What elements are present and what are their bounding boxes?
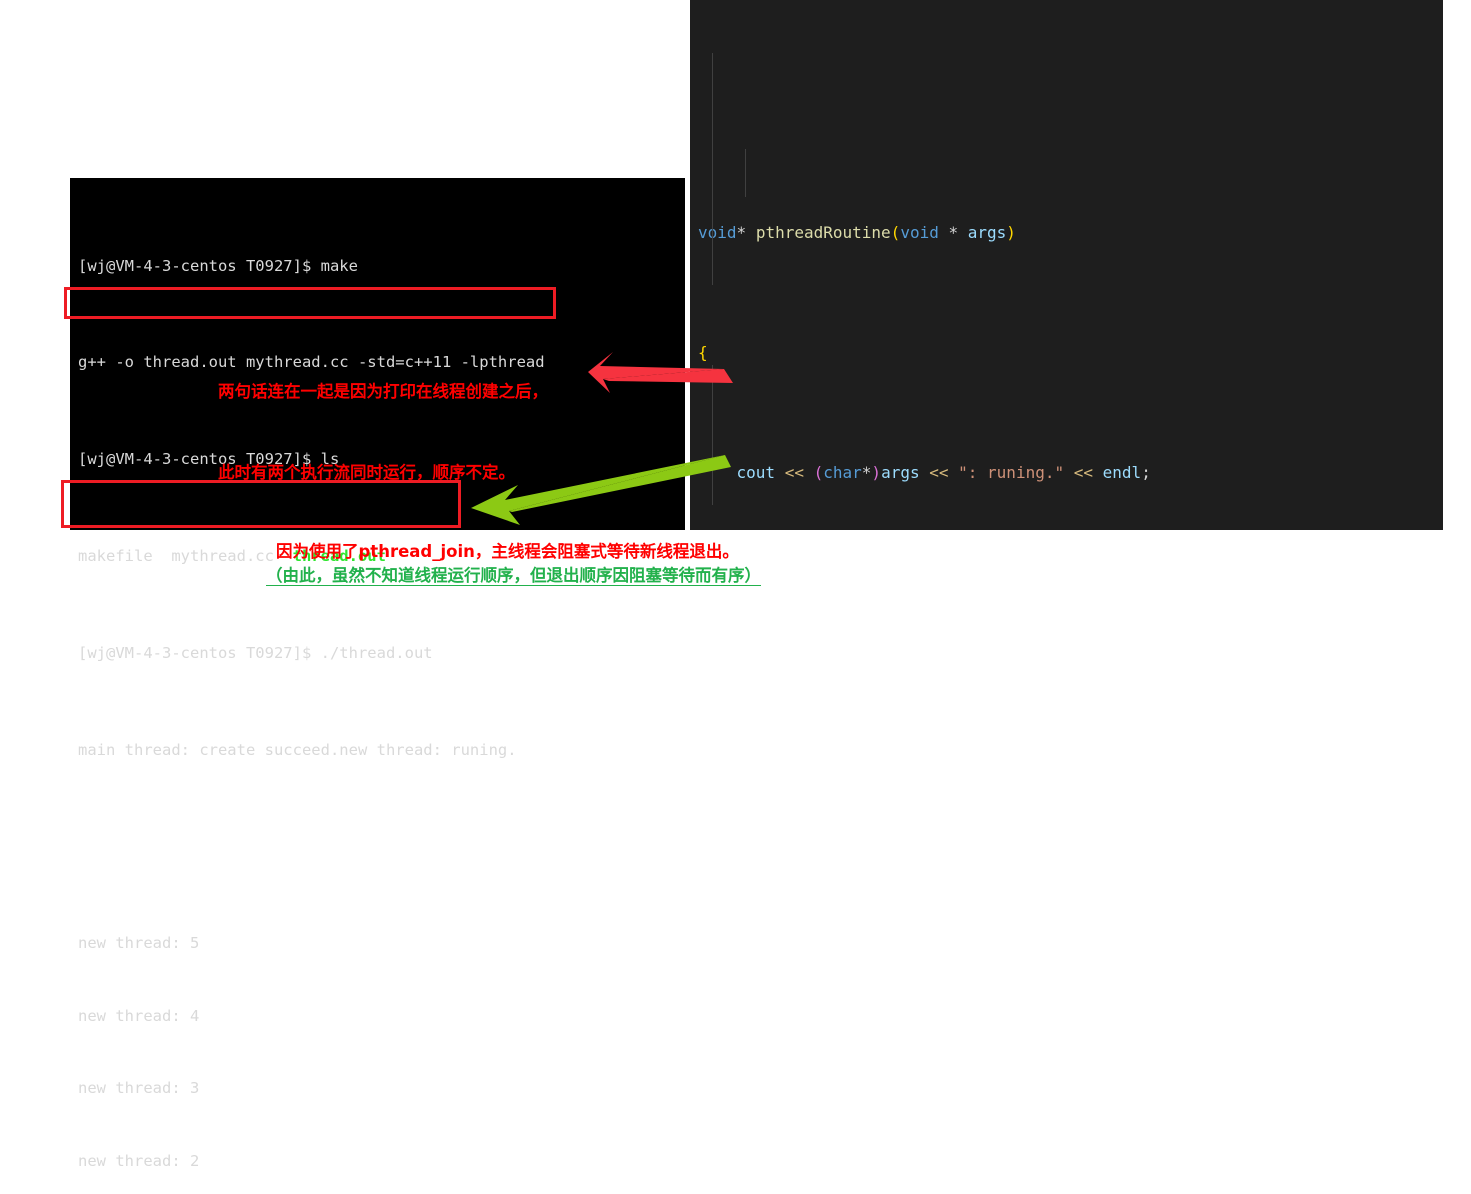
program-output: new thread: 2 (78, 1151, 200, 1170)
annotation-bottom-line1: 因为使用了pthread_join，主线程会阻塞式等待新线程退出。 (276, 542, 739, 561)
program-output: new thread: 3 (78, 1079, 200, 1098)
token-star: * (938, 223, 968, 242)
terminal-line: new thread: 5 (78, 931, 685, 955)
terminal-line-create-succeed: main thread: create succeed.new thread: … (78, 738, 685, 762)
indent-guide (745, 149, 746, 197)
token-paren: ( (813, 463, 824, 482)
code-line: void* pthreadRoutine(void * args) (698, 221, 1443, 245)
indent-guide (712, 53, 713, 285)
token-shift-operator: << (1073, 463, 1094, 482)
token-param-args: args (967, 223, 1007, 242)
shell-prompt: [wj@VM-4-3-centos T0927]$ (78, 256, 312, 275)
program-output: new thread: 5 (78, 934, 200, 953)
token-endl: endl (1102, 463, 1142, 482)
code-line: { (698, 341, 1443, 365)
token-paren: ) (871, 463, 882, 482)
token-brace: { (698, 343, 708, 362)
annotation-top-line1: 两句话连在一起是因为打印在线程创建之后， (218, 382, 548, 401)
program-output: main thread: create succeed.new thread: … (78, 740, 517, 759)
token-keyword-char: char (823, 463, 862, 482)
token-paren: ) (1006, 223, 1016, 242)
shell-prompt: [wj@VM-4-3-centos T0927]$ (78, 643, 312, 662)
token-keyword-void: void (698, 223, 737, 242)
token-star: * (736, 223, 747, 242)
terminal-line: new thread: 3 (78, 1076, 685, 1100)
token-paren: ( (890, 223, 901, 242)
source-editor[interactable]: void* pthreadRoutine(void * args) { cout… (690, 0, 1443, 530)
token-keyword-void: void (900, 223, 939, 242)
terminal-line: new thread: 4 (78, 1004, 685, 1028)
ls-files: makefile mythread.cc (78, 547, 293, 565)
indent-guide (712, 365, 713, 505)
program-output: new thread: 4 (78, 1006, 200, 1025)
terminal-line: [wj@VM-4-3-centos T0927]$ ./thread.out (78, 641, 685, 665)
token-cout: cout (736, 463, 776, 482)
token-function-pthreadRoutine: pthreadRoutine (755, 223, 891, 242)
terminal-line: new thread: 2 (78, 1149, 685, 1173)
token-semicolon: ; (1141, 463, 1151, 482)
token-shift-operator: << (784, 463, 804, 482)
annotation-bottom-line2: （由此，虽然不知道线程运行顺序，但退出顺序因阻塞等待而有序） (266, 566, 761, 585)
shell-command: make (311, 256, 358, 275)
annotation-top-note: 两句话连在一起是因为打印在线程创建之后， 此时有两个执行流同时运行，顺序不定。 (218, 324, 548, 513)
token-string: ": runing." (958, 463, 1065, 482)
terminal-line: [wj@VM-4-3-centos T0927]$ make (78, 254, 685, 278)
code-line: cout << (char*)args << ": runing." << en… (698, 461, 1443, 485)
token-args: args (881, 463, 920, 482)
annotation-top-line2: 此时有两个执行流同时运行，顺序不定。 (218, 463, 515, 482)
shell-command: ./thread.out (311, 643, 433, 662)
token-shift-operator: << (929, 463, 949, 482)
token-star: * (861, 463, 872, 482)
